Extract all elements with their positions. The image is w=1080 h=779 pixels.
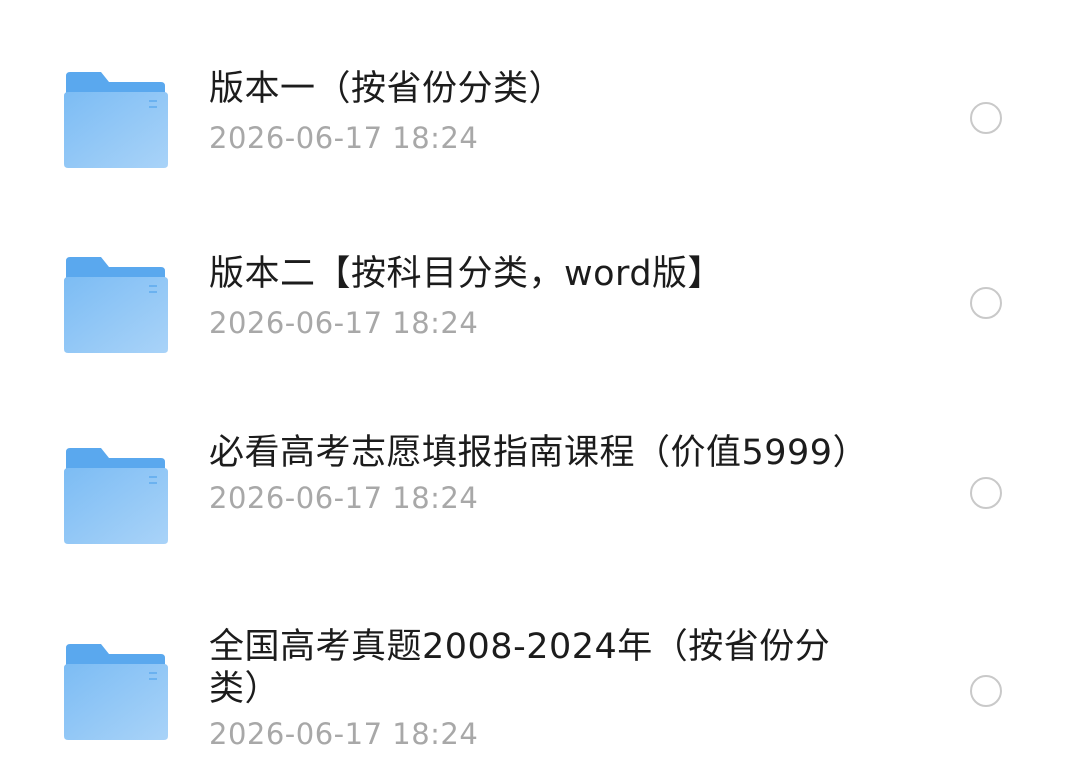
- file-name: 必看高考志愿填报指南课程（价值5999）: [209, 433, 869, 473]
- select-radio[interactable]: [970, 675, 1002, 707]
- file-date: 2026-06-17 18:24: [209, 306, 479, 340]
- select-radio[interactable]: [970, 102, 1002, 134]
- file-text: 版本一（按省份分类） 2026-06-17 18:24: [209, 68, 869, 156]
- list-item[interactable]: 全国高考真题2008-2024年（按省份分类） 2026-06-17 18:24: [0, 570, 1080, 779]
- list-item[interactable]: 版本二【按科目分类，word版】 2026-06-17 18:24: [0, 185, 1080, 370]
- file-list: 版本一（按省份分类） 2026-06-17 18:24 版本二【按科目分类，wo…: [0, 0, 1080, 779]
- file-name: 版本二【按科目分类，word版】: [209, 254, 724, 294]
- file-date: 2026-06-17 18:24: [209, 717, 479, 751]
- folder-icon: [63, 642, 169, 740]
- folder-icon: [63, 70, 169, 168]
- file-text: 必看高考志愿填报指南课程（价值5999） 2026-06-17 18:24: [209, 432, 869, 516]
- file-name: 版本一（按省份分类）: [209, 69, 565, 109]
- file-text: 版本二【按科目分类，word版】 2026-06-17 18:24: [209, 253, 869, 341]
- list-item[interactable]: 必看高考志愿填报指南课程（价值5999） 2026-06-17 18:24: [0, 370, 1080, 570]
- select-radio[interactable]: [970, 477, 1002, 509]
- folder-icon: [63, 446, 169, 544]
- folder-icon: [63, 255, 169, 353]
- select-radio[interactable]: [970, 287, 1002, 319]
- list-item[interactable]: 版本一（按省份分类） 2026-06-17 18:24: [0, 0, 1080, 185]
- file-date: 2026-06-17 18:24: [209, 121, 479, 155]
- file-text: 全国高考真题2008-2024年（按省份分类） 2026-06-17 18:24: [209, 626, 869, 752]
- file-name: 全国高考真题2008-2024年（按省份分类）: [209, 627, 831, 709]
- file-date: 2026-06-17 18:24: [209, 481, 479, 515]
